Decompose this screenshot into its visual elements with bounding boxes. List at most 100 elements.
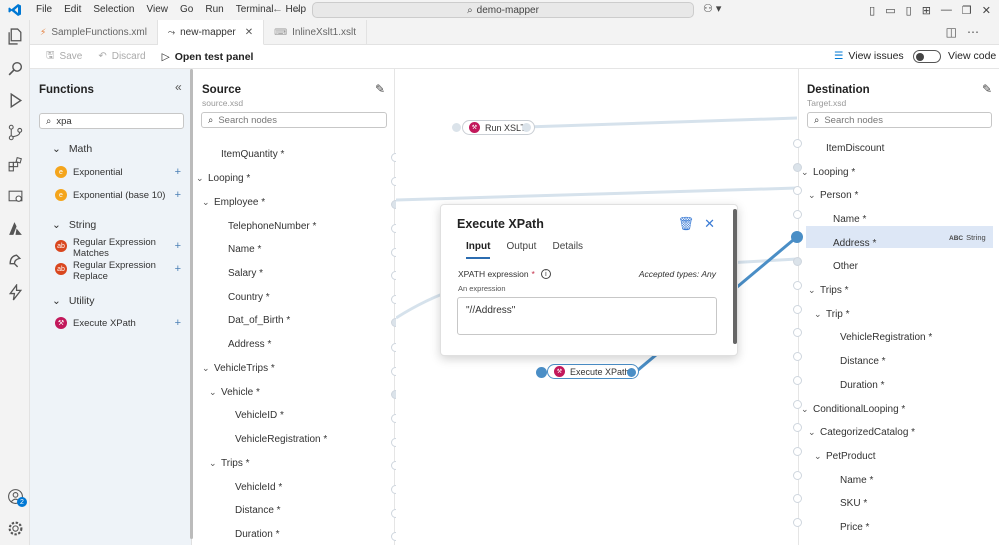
source-control-icon[interactable] <box>5 122 25 142</box>
add-function-icon[interactable]: + <box>175 263 181 275</box>
destination-node[interactable]: ⌄ ConditionalLooping * <box>801 404 905 415</box>
menu-selection[interactable]: Selection <box>87 0 140 20</box>
function-exponential[interactable]: e Exponential + <box>55 166 181 178</box>
chevron-down-icon[interactable]: ⌄ <box>202 197 214 208</box>
destination-node-port[interactable] <box>793 163 802 172</box>
split-editor-icon[interactable]: ◫ <box>946 25 967 39</box>
functions-search-input[interactable]: ⌕ xpa <box>39 113 184 129</box>
remote-explorer-icon[interactable] <box>5 186 25 206</box>
destination-node-port[interactable] <box>793 447 802 456</box>
menu-edit[interactable]: Edit <box>58 0 87 20</box>
source-node[interactable]: Address * <box>228 339 271 350</box>
menu-run[interactable]: Run <box>199 0 229 20</box>
destination-node[interactable]: Other <box>833 261 858 272</box>
destination-node-port[interactable] <box>793 494 802 503</box>
add-function-icon[interactable]: + <box>175 189 181 201</box>
tab-details[interactable]: Details <box>552 241 583 259</box>
group-string[interactable]: ⌄ String <box>52 219 96 231</box>
destination-node[interactable]: ItemDiscount <box>826 143 884 154</box>
chevron-down-icon[interactable]: ⌄ <box>814 309 826 320</box>
run-xslt-input-port[interactable] <box>452 123 461 132</box>
destination-node[interactable]: SKU * <box>840 498 867 509</box>
toggle-secondary-sidebar-icon[interactable]: ▯ <box>906 4 912 17</box>
source-node[interactable]: Salary * <box>228 268 263 279</box>
destination-node-port[interactable] <box>793 471 802 480</box>
group-utility[interactable]: ⌄ Utility <box>52 295 94 307</box>
tab-inlinexslt[interactable]: ⌨ InlineXslt1.xslt <box>264 20 368 45</box>
destination-node[interactable]: ⌄ CategorizedCatalog * <box>808 427 915 438</box>
group-math[interactable]: ⌄ Math <box>52 143 92 155</box>
tab-new-mapper[interactable]: ⤳ new-mapper ✕ <box>157 20 265 45</box>
function-regex-replace[interactable]: ab Regular Expression Replace + <box>55 260 181 282</box>
forward-arrow-icon[interactable]: → <box>291 3 310 15</box>
edit-destination-icon[interactable]: ✎ <box>982 82 992 96</box>
destination-search-input[interactable]: ⌕ Search nodes <box>807 112 992 128</box>
menu-file[interactable]: File <box>30 0 58 20</box>
delete-icon[interactable]: 🗑 <box>678 216 695 232</box>
destination-node[interactable]: ⌄ Trip * <box>814 309 850 320</box>
chevron-down-icon[interactable]: ⌄ <box>814 451 826 462</box>
destination-node-port[interactable] <box>793 257 802 266</box>
destination-node[interactable]: Name * <box>833 214 866 225</box>
chevron-down-icon[interactable]: ⌄ <box>808 190 820 201</box>
save-button[interactable]: 🖫 Save <box>46 48 82 65</box>
destination-node[interactable]: Name * <box>840 475 873 486</box>
function-regex-matches[interactable]: ab Regular Expression Matches + <box>55 237 181 259</box>
logic-apps-icon[interactable] <box>5 250 25 270</box>
collapse-panel-icon[interactable]: « <box>175 80 182 94</box>
chevron-down-icon[interactable]: ⌄ <box>808 427 820 438</box>
toggle-panel-icon[interactable]: ▭ <box>885 4 895 17</box>
menu-view[interactable]: View <box>141 0 175 20</box>
command-center-search[interactable]: ⌕ demo-mapper <box>312 2 694 18</box>
source-node[interactable]: ⌄ Employee * <box>202 197 265 208</box>
destination-node[interactable]: ⌄ Looping * <box>801 167 855 178</box>
open-test-panel-button[interactable]: ▷ Open test panel <box>162 51 254 63</box>
source-node[interactable]: Dat_of_Birth * <box>228 315 290 326</box>
azure-icon[interactable] <box>5 218 25 238</box>
destination-node[interactable]: ⌄ Trips * <box>808 285 849 296</box>
destination-node-port[interactable] <box>793 518 802 527</box>
destination-node[interactable]: ⌄ PetProduct <box>814 451 875 462</box>
tab-output[interactable]: Output <box>506 241 536 259</box>
destination-node-port[interactable] <box>793 186 802 195</box>
destination-node-port[interactable] <box>793 423 802 432</box>
copilot-icon[interactable]: ⚇ ▾ <box>703 2 721 15</box>
discard-button[interactable]: ↶ Discard <box>98 51 145 62</box>
destination-node-port[interactable] <box>791 231 803 243</box>
function-exponential-base10[interactable]: e Exponential (base 10) + <box>55 189 181 201</box>
close-icon[interactable]: ✕ <box>704 216 715 232</box>
chevron-down-icon[interactable]: ⌄ <box>808 285 820 296</box>
close-tab-icon[interactable]: ✕ <box>245 27 253 38</box>
destination-node-port[interactable] <box>793 139 802 148</box>
chevron-down-icon[interactable]: ⌄ <box>202 363 214 374</box>
accounts-icon[interactable]: 2 <box>5 486 27 507</box>
chevron-down-icon[interactable]: ⌄ <box>801 167 813 178</box>
source-node[interactable]: VehicleId * <box>235 482 282 493</box>
source-node[interactable]: TelephoneNumber * <box>228 221 316 232</box>
source-node[interactable]: VehicleRegistration * <box>235 434 327 445</box>
source-node[interactable]: ⌄ Vehicle * <box>209 387 260 398</box>
source-node[interactable]: ⌄ VehicleTrips * <box>202 363 275 374</box>
destination-node[interactable]: Address * <box>833 238 876 249</box>
view-code-toggle[interactable] <box>913 50 941 63</box>
edit-source-icon[interactable]: ✎ <box>375 82 385 96</box>
chevron-down-icon[interactable]: ⌄ <box>801 404 813 415</box>
destination-node-port[interactable] <box>793 400 802 409</box>
extensions-icon[interactable] <box>5 154 25 174</box>
execute-xpath-input-port[interactable] <box>536 367 547 378</box>
source-node[interactable]: Duration * <box>235 529 279 540</box>
run-xslt-output-port[interactable] <box>522 123 531 132</box>
search-icon[interactable] <box>5 58 25 78</box>
restore-icon[interactable]: ❐ <box>962 4 972 17</box>
lightning-icon[interactable] <box>5 282 25 302</box>
source-node[interactable]: ⌄ Trips * <box>209 458 250 469</box>
add-function-icon[interactable]: + <box>175 166 181 178</box>
settings-gear-icon[interactable] <box>5 518 25 538</box>
panel-scrollbar[interactable] <box>733 209 737 344</box>
back-arrow-icon[interactable]: ← <box>272 3 291 15</box>
source-node[interactable]: Distance * <box>235 505 281 516</box>
run-debug-icon[interactable] <box>5 90 25 110</box>
execute-xpath-output-port[interactable] <box>627 368 636 377</box>
destination-node-port[interactable] <box>793 281 802 290</box>
destination-node-port[interactable] <box>793 352 802 361</box>
